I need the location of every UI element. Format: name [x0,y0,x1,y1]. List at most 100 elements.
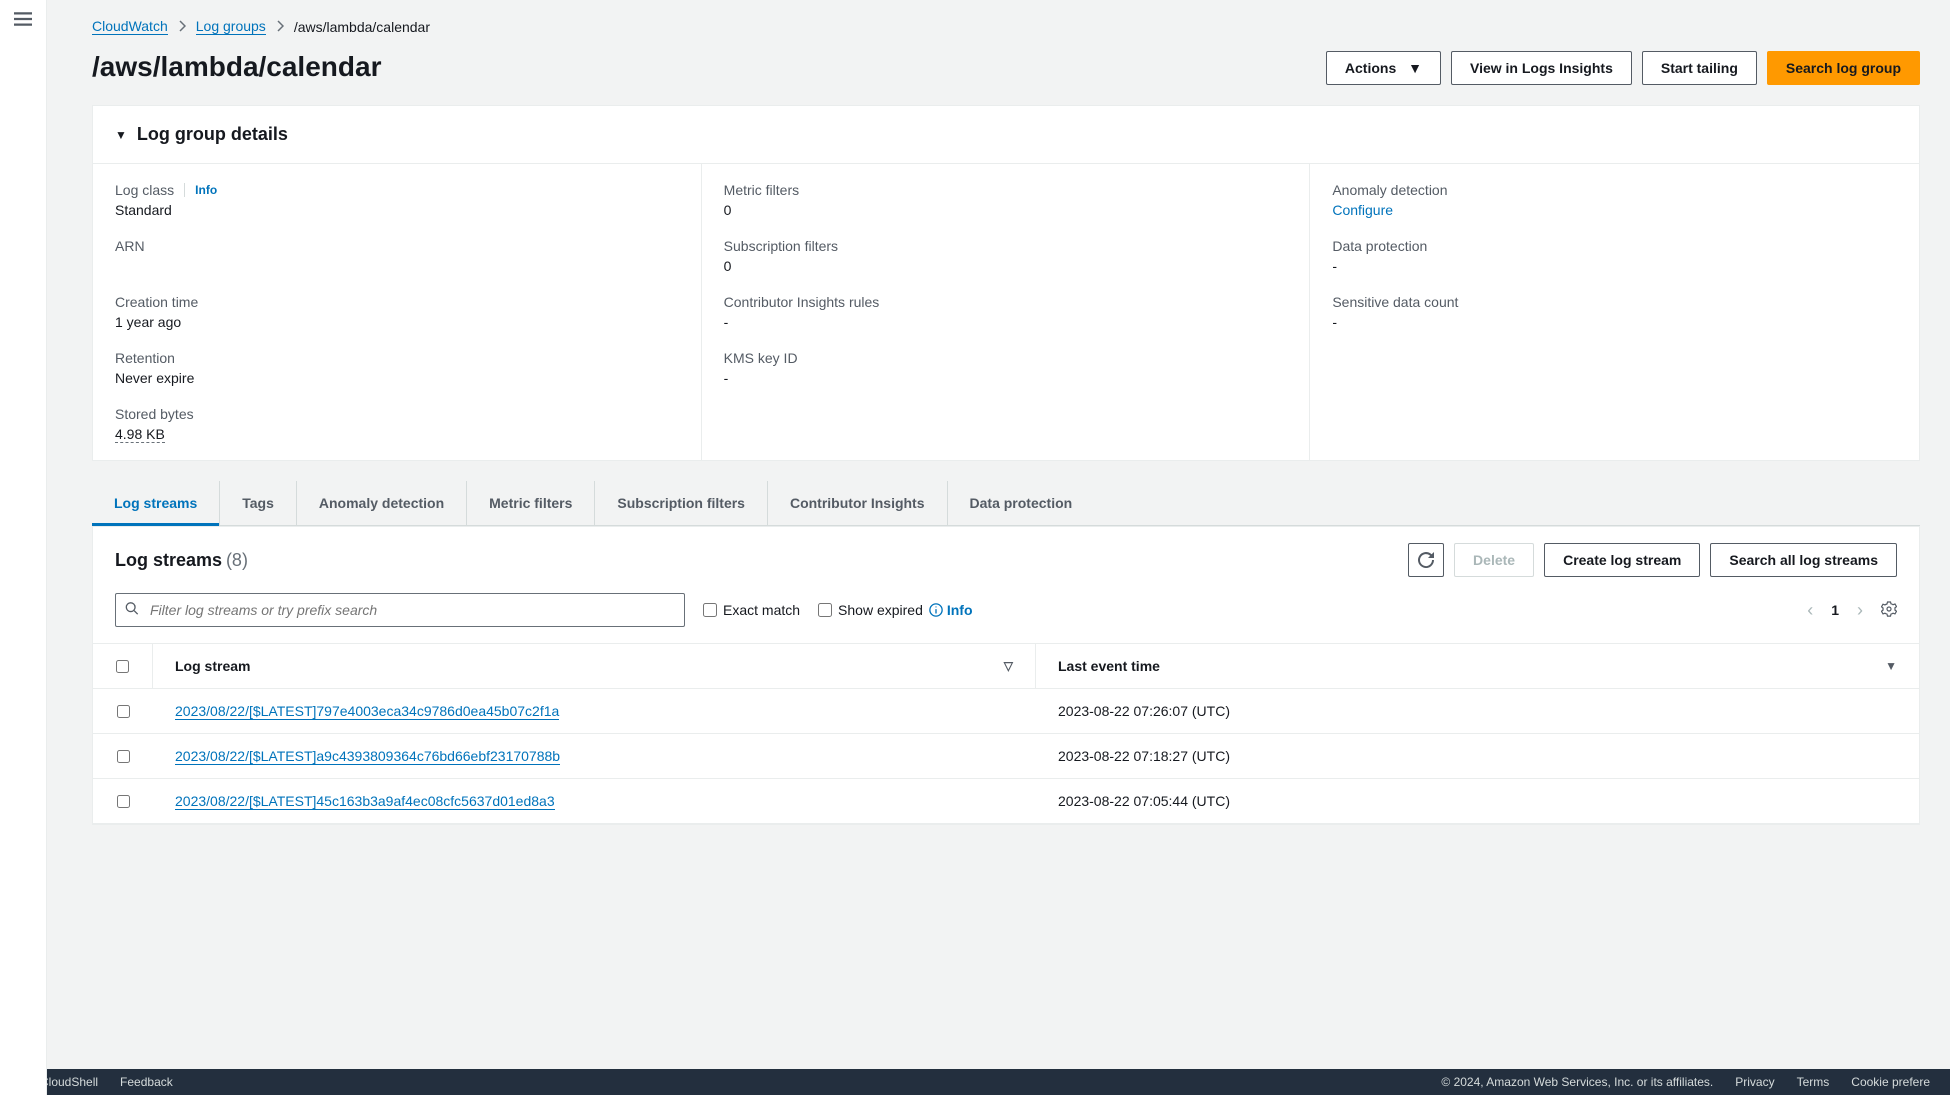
stored-value: 4.98 KB [115,426,165,443]
row-checkbox[interactable] [117,795,130,808]
search-all-streams-button[interactable]: Search all log streams [1710,543,1897,577]
show-expired-label: Show expired [838,602,923,618]
table-header: Log stream ▽ Last event time ▼ [93,643,1919,689]
table-row: 2023/08/22/[$LATEST]797e4003eca34c9786d0… [93,689,1919,734]
tab-subscription-filters[interactable]: Subscription filters [595,481,768,525]
show-expired-input[interactable] [818,603,832,617]
privacy-link[interactable]: Privacy [1735,1075,1774,1089]
log-class-info-link[interactable]: Info [184,183,217,197]
stored-label: Stored bytes [115,406,679,422]
log-stream-link[interactable]: 2023/08/22/[$LATEST]a9c4393809364c76bd66… [175,748,560,765]
exact-match-input[interactable] [703,603,717,617]
table-row: 2023/08/22/[$LATEST]45c163b3a9af4ec08cfc… [93,779,1919,824]
search-icon [125,602,139,619]
info-icon [929,603,943,617]
page-next[interactable]: › [1857,600,1863,621]
last-event-time: 2023-08-22 07:18:27 (UTC) [1036,734,1919,778]
cookie-link[interactable]: Cookie prefere [1851,1075,1930,1089]
kms-label: KMS key ID [724,350,1288,366]
breadcrumb: CloudWatch Log groups /aws/lambda/calend… [92,12,1920,35]
row-checkbox[interactable] [117,705,130,718]
create-log-stream-button[interactable]: Create log stream [1544,543,1700,577]
last-event-time: 2023-08-22 07:26:07 (UTC) [1036,689,1919,733]
retention-value: Never expire [115,370,679,386]
table-row: 2023/08/22/[$LATEST]a9c4393809364c76bd66… [93,734,1919,779]
th-time-label: Last event time [1058,658,1160,674]
exact-match-checkbox[interactable]: Exact match [703,602,800,618]
triangle-down-icon: ▼ [115,128,127,142]
anomaly-configure-link[interactable]: Configure [1332,202,1897,218]
details-col-3: Anomaly detection Configure Data protect… [1310,164,1919,460]
tab-data-protection[interactable]: Data protection [948,481,1095,525]
log-stream-link[interactable]: 2023/08/22/[$LATEST]45c163b3a9af4ec08cfc… [175,793,555,810]
chevron-right-icon [276,19,284,35]
copyright: © 2024, Amazon Web Services, Inc. or its… [1441,1075,1713,1089]
search-box [115,593,685,627]
exact-match-label: Exact match [723,602,800,618]
sort-icon: ▽ [1004,659,1013,673]
log-stream-link[interactable]: 2023/08/22/[$LATEST]797e4003eca34c9786d0… [175,703,559,720]
kms-value: - [724,370,1288,386]
hamburger-icon[interactable] [0,0,46,41]
sidebar-toggle[interactable] [0,0,47,1095]
details-col-2: Metric filters 0 Subscription filters 0 … [702,164,1311,460]
sensitive-value: - [1332,314,1897,330]
actions-label: Actions [1345,60,1396,76]
retention-label: Retention [115,350,679,366]
page-prev[interactable]: ‹ [1807,600,1813,621]
terms-link[interactable]: Terms [1797,1075,1830,1089]
sort-down-icon: ▼ [1885,659,1897,673]
details-header[interactable]: ▼ Log group details [93,106,1919,164]
tab-contributor-insights[interactable]: Contributor Insights [768,481,948,525]
start-tailing-button[interactable]: Start tailing [1642,51,1757,85]
caret-down-icon: ▼ [1408,60,1422,76]
select-all-checkbox[interactable] [116,660,129,673]
pagination: ‹ 1 › [1807,600,1897,621]
anomaly-label: Anomaly detection [1332,182,1897,198]
th-stream-label: Log stream [175,658,250,674]
refresh-icon [1418,552,1434,568]
ci-rules-label: Contributor Insights rules [724,294,1288,310]
info-text: Info [947,602,973,618]
log-class-label: Log class [115,182,174,198]
page-number: 1 [1831,602,1839,618]
creation-value: 1 year ago [115,314,679,330]
search-log-group-button[interactable]: Search log group [1767,51,1920,85]
breadcrumb-log-groups[interactable]: Log groups [196,18,266,35]
tab-anomaly-detection[interactable]: Anomaly detection [297,481,467,525]
ci-rules-value: - [724,314,1288,330]
header-actions: Actions ▼ View in Logs Insights Start ta… [1326,51,1920,85]
last-event-time: 2023-08-22 07:05:44 (UTC) [1036,779,1919,823]
th-checkbox [93,644,153,688]
metric-filters-value: 0 [724,202,1288,218]
th-last-event[interactable]: Last event time ▼ [1036,644,1919,688]
delete-button[interactable]: Delete [1454,543,1534,577]
settings-icon[interactable] [1881,601,1897,620]
tab-tags[interactable]: Tags [220,481,297,525]
view-logs-insights-button[interactable]: View in Logs Insights [1451,51,1632,85]
actions-dropdown[interactable]: Actions ▼ [1326,51,1441,85]
tab-metric-filters[interactable]: Metric filters [467,481,595,525]
tabs: Log streams Tags Anomaly detection Metri… [92,481,1920,526]
chevron-right-icon [178,19,186,35]
feedback-link[interactable]: Feedback [120,1075,173,1089]
page-title: /aws/lambda/calendar [92,51,381,83]
tab-log-streams[interactable]: Log streams [92,481,220,525]
details-title: Log group details [137,124,288,145]
breadcrumb-cloudwatch[interactable]: CloudWatch [92,18,168,35]
arn-label: ARN [115,238,679,254]
metric-filters-label: Metric filters [724,182,1288,198]
dp-label: Data protection [1332,238,1897,254]
show-expired-info[interactable]: Info [929,602,973,618]
row-checkbox[interactable] [117,750,130,763]
show-expired-checkbox[interactable]: Show expired Info [818,602,972,618]
dp-value: - [1332,258,1897,274]
refresh-button[interactable] [1408,543,1444,577]
details-col-1: Log class Info Standard ARN Creation tim… [93,164,702,460]
th-log-stream[interactable]: Log stream ▽ [153,644,1036,688]
creation-label: Creation time [115,294,679,310]
log-class-value: Standard [115,202,679,218]
sensitive-label: Sensitive data count [1332,294,1897,310]
search-input[interactable] [115,593,685,627]
streams-count: (8) [226,550,248,570]
